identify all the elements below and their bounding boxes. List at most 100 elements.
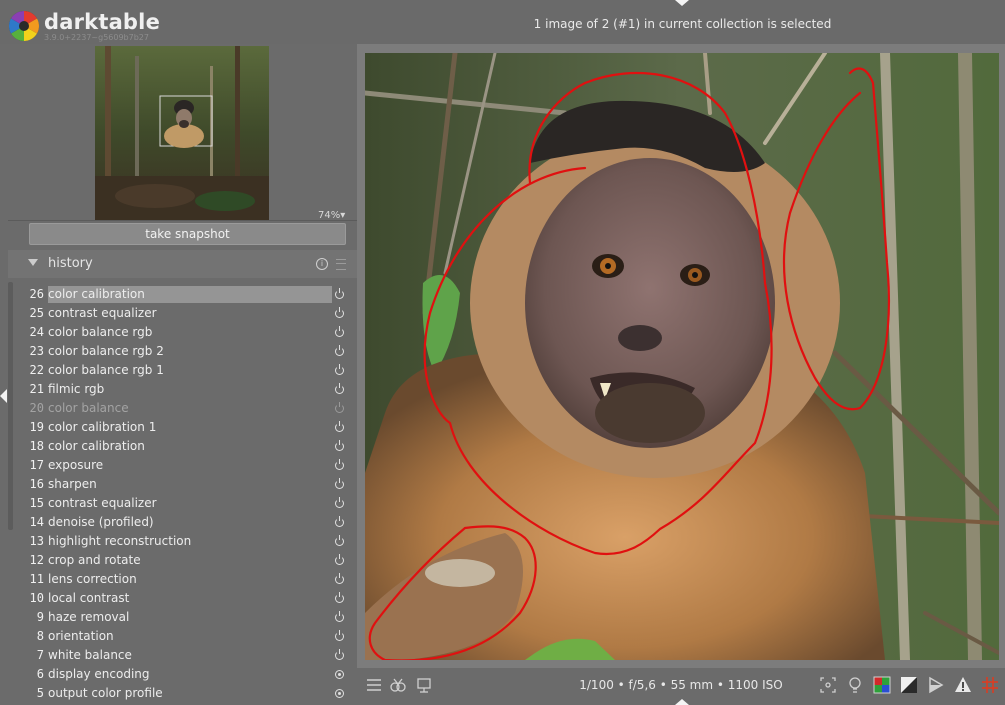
power-icon	[335, 516, 344, 527]
history-scrollbar[interactable]	[8, 282, 13, 530]
history-item[interactable]: 18 color calibration	[17, 437, 357, 456]
history-item-label: display encoding	[48, 667, 150, 681]
history-item-label: sharpen	[48, 477, 97, 491]
history-item-number: 6	[36, 667, 44, 681]
history-item[interactable]: 11 lens correction	[17, 570, 357, 589]
softproof-icon[interactable]	[927, 676, 945, 694]
history-item[interactable]: 24 color balance rgb	[17, 323, 357, 342]
history-item[interactable]: 21 filmic rgb	[17, 380, 357, 399]
history-item-number: 7	[36, 648, 44, 662]
history-item[interactable]: 7 white balance	[17, 646, 357, 665]
top-header: darktable 3.9.0+2237~g5609b7b27 1 image …	[0, 0, 1005, 44]
history-item-label: highlight reconstruction	[48, 534, 192, 548]
power-icon	[335, 459, 344, 470]
power-icon	[335, 440, 344, 451]
clipping-indicator-icon[interactable]	[900, 676, 918, 694]
take-snapshot-button[interactable]: take snapshot	[29, 223, 346, 245]
power-icon	[335, 326, 344, 337]
history-item-number: 25	[29, 306, 44, 320]
power-icon	[335, 649, 344, 660]
history-item[interactable]: 22 color balance rgb 1	[17, 361, 357, 380]
power-icon	[335, 611, 344, 622]
app-name: darktable	[44, 10, 161, 34]
history-item-number: 26	[29, 287, 44, 301]
history-item-number: 21	[29, 382, 44, 396]
history-item[interactable]: 26 color calibration	[17, 285, 357, 304]
power-icon	[335, 535, 344, 546]
power-icon	[335, 554, 344, 565]
presets-menu-icon[interactable]	[336, 259, 346, 270]
history-item[interactable]: 6 display encoding	[17, 665, 357, 684]
history-item-number: 10	[29, 591, 44, 605]
history-module-header[interactable]: history i	[8, 250, 357, 278]
power-icon	[335, 288, 344, 299]
darktable-logo	[8, 10, 40, 42]
history-item[interactable]: 17 exposure	[17, 456, 357, 475]
history-item-number: 11	[29, 572, 44, 586]
history-item-number: 9	[36, 610, 44, 624]
history-item[interactable]: 12 crop and rotate	[17, 551, 357, 570]
history-item-number: 16	[29, 477, 44, 491]
history-item-number: 14	[29, 515, 44, 529]
color-assessment-icon[interactable]	[846, 676, 864, 694]
power-icon	[335, 307, 344, 318]
power-icon	[335, 383, 344, 394]
main-image[interactable]	[365, 53, 999, 660]
history-item[interactable]: 25 contrast equalizer	[17, 304, 357, 323]
raw-overexposed-icon[interactable]	[873, 676, 891, 694]
history-item[interactable]: 19 color calibration 1	[17, 418, 357, 437]
always-on-icon	[335, 670, 344, 679]
history-list: 26 color calibration 25 contrast equalizer 2…	[17, 285, 357, 703]
history-item-number: 24	[29, 325, 44, 339]
power-icon	[335, 364, 344, 375]
history-item-label: white balance	[48, 648, 132, 662]
history-item-label: color balance rgb	[48, 325, 153, 339]
history-item-number: 23	[29, 344, 44, 358]
divider	[8, 220, 357, 221]
history-item-label: crop and rotate	[48, 553, 141, 567]
navigator-thumbnail[interactable]	[95, 46, 269, 220]
power-icon	[335, 402, 344, 413]
history-item[interactable]: 10 local contrast	[17, 589, 357, 608]
history-item[interactable]: 15 contrast equalizer	[17, 494, 357, 513]
history-item[interactable]: 13 highlight reconstruction	[17, 532, 357, 551]
history-item[interactable]: 14 denoise (profiled)	[17, 513, 357, 532]
power-icon	[335, 421, 344, 432]
app-version: 3.9.0+2237~g5609b7b27	[44, 33, 149, 42]
history-title: history	[48, 256, 93, 271]
guides-icon[interactable]	[981, 676, 999, 694]
history-item-label: orientation	[48, 629, 114, 643]
always-on-icon	[335, 689, 344, 698]
history-item-label: local contrast	[48, 591, 130, 605]
left-panel-toggle[interactable]	[0, 389, 7, 403]
history-item[interactable]: 9 haze removal	[17, 608, 357, 627]
power-icon	[335, 345, 344, 356]
history-item[interactable]: 20 color balance	[17, 399, 357, 418]
history-item[interactable]: 5 output color profile	[17, 684, 357, 703]
bottom-panel-toggle[interactable]	[675, 699, 689, 705]
gamut-check-icon[interactable]	[954, 676, 972, 694]
top-panel-toggle[interactable]	[675, 0, 689, 6]
history-item[interactable]: 8 orientation	[17, 627, 357, 646]
history-item-label: denoise (profiled)	[48, 515, 154, 529]
focus-peaking-icon[interactable]	[819, 676, 837, 694]
power-icon	[335, 630, 344, 641]
history-item[interactable]: 23 color balance rgb 2	[17, 342, 357, 361]
history-item-label: color calibration	[48, 439, 145, 453]
history-item-label: haze removal	[48, 610, 130, 624]
history-item-label: color balance rgb 2	[48, 344, 164, 358]
history-item-number: 18	[29, 439, 44, 453]
history-item[interactable]: 16 sharpen	[17, 475, 357, 494]
reset-icon[interactable]: i	[316, 258, 328, 270]
history-item-number: 15	[29, 496, 44, 510]
history-item-label: color calibration	[48, 286, 332, 303]
history-item-label: contrast equalizer	[48, 496, 157, 510]
history-item-number: 17	[29, 458, 44, 472]
history-item-number: 19	[29, 420, 44, 434]
power-icon	[335, 573, 344, 584]
power-icon	[335, 497, 344, 508]
history-item-number: 8	[36, 629, 44, 643]
collapse-arrow-icon[interactable]	[28, 259, 38, 266]
history-item-number: 22	[29, 363, 44, 377]
left-panel: 74%▾ take snapshot history i 26 color cal…	[0, 44, 357, 705]
